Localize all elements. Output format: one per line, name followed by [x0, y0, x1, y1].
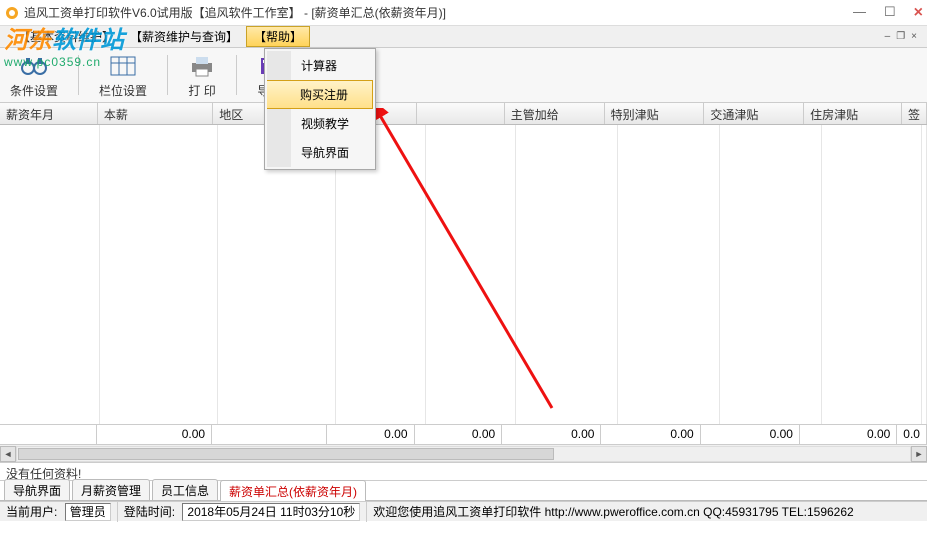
- status-user: 当前用户: 管理员: [0, 501, 118, 522]
- tab-employee-info[interactable]: 员工信息: [152, 479, 218, 500]
- statusbar: 当前用户: 管理员 登陆时间: 2018年05月24日 11时03分10秒 欢迎…: [0, 501, 927, 521]
- column-header[interactable]: 交通津贴: [704, 103, 804, 124]
- scroll-track[interactable]: [16, 446, 911, 462]
- status-welcome: 欢迎您使用追风工资单打印软件 http://www.pweroffice.com…: [367, 501, 927, 522]
- scroll-thumb[interactable]: [18, 448, 554, 460]
- scroll-right-button[interactable]: ►: [911, 446, 927, 462]
- grid-body[interactable]: [0, 125, 927, 425]
- condition-settings-button[interactable]: 条件设置: [6, 50, 62, 101]
- grid-header: 薪资年月 本薪 地区 主管加给 特别津贴 交通津贴 住房津贴 签约津贴: [0, 103, 927, 125]
- column-header[interactable]: 薪资年月: [0, 103, 98, 124]
- scroll-left-button[interactable]: ◄: [0, 446, 16, 462]
- totals-row: 0.00 0.00 0.00 0.00 0.00 0.00 0.00 0.0: [0, 425, 927, 445]
- tab-monthly-salary[interactable]: 月薪资管理: [72, 479, 150, 500]
- column-settings-button[interactable]: 栏位设置: [95, 50, 151, 101]
- column-header[interactable]: 主管加给: [505, 103, 605, 124]
- tab-salary-summary[interactable]: 薪资单汇总(依薪资年月): [220, 480, 366, 501]
- help-dropdown: 计算器 购买注册 视频教学 导航界面: [264, 48, 376, 170]
- column-header[interactable]: 住房津贴: [804, 103, 902, 124]
- column-header[interactable]: 签约津贴: [902, 103, 927, 124]
- tab-nav[interactable]: 导航界面: [4, 479, 70, 500]
- column-header[interactable]: [417, 103, 505, 124]
- horizontal-scrollbar[interactable]: ◄ ►: [0, 445, 927, 463]
- dropdown-item-purchase[interactable]: 购买注册: [267, 80, 373, 109]
- dropdown-item-calculator[interactable]: 计算器: [267, 51, 373, 80]
- app-icon: [4, 5, 20, 21]
- maximize-button[interactable]: ☐: [884, 4, 896, 22]
- printer-icon: [188, 52, 216, 80]
- menu-help[interactable]: 【帮助】: [246, 26, 310, 47]
- print-button[interactable]: 打 印: [184, 50, 220, 101]
- mdi-minimize-button[interactable]: –: [885, 31, 891, 42]
- status-login: 登陆时间: 2018年05月24日 11时03分10秒: [118, 501, 368, 522]
- column-header[interactable]: 特别津贴: [605, 103, 705, 124]
- toolbar: 条件设置 栏位设置 打 印 导 出: [0, 48, 927, 103]
- mdi-close-button[interactable]: ×: [911, 31, 917, 42]
- titlebar: 追风工资单打印软件V6.0试用版【追风软件工作室】 - [薪资单汇总(依薪资年月…: [0, 0, 927, 26]
- columns-icon: [109, 52, 137, 80]
- mdi-restore-button[interactable]: ❐: [896, 31, 905, 42]
- column-header[interactable]: 本薪: [98, 103, 213, 124]
- dropdown-item-video[interactable]: 视频教学: [267, 109, 373, 138]
- window-title: 追风工资单打印软件V6.0试用版【追风软件工作室】 - [薪资单汇总(依薪资年月…: [24, 4, 853, 21]
- minimize-button[interactable]: —: [853, 4, 866, 22]
- close-button[interactable]: ×: [914, 4, 923, 22]
- menu-salary-query[interactable]: 【薪资维护与查询】: [122, 26, 246, 47]
- binoculars-icon: [20, 52, 48, 80]
- menu-basic-data[interactable]: 【基本资料维护】: [10, 26, 122, 47]
- tabstrip: 导航界面 月薪资管理 员工信息 薪资单汇总(依薪资年月): [0, 481, 927, 501]
- menubar: 【基本资料维护】 【薪资维护与查询】 【帮助】 – ❐ ×: [0, 26, 927, 48]
- dropdown-item-nav[interactable]: 导航界面: [267, 138, 373, 167]
